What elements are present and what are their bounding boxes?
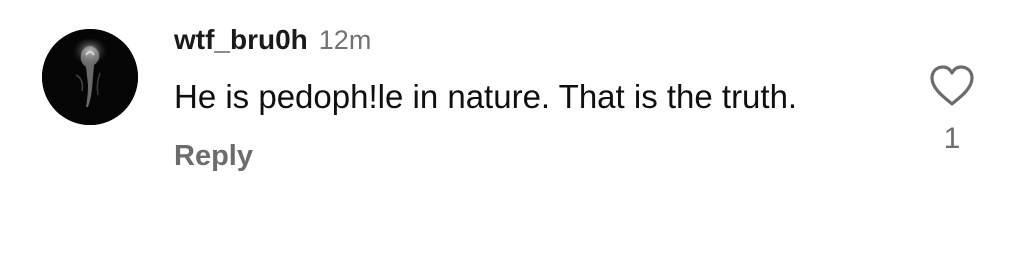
timestamp: 12m xyxy=(318,25,372,55)
comment-text: He is pedoph!le in nature. That is the t… xyxy=(174,78,798,115)
username[interactable]: wtf_bru0h xyxy=(174,24,308,56)
avatar-image xyxy=(42,29,138,125)
comment-body: wtf_bru0h 12m He is pedoph!le in nature.… xyxy=(174,24,874,173)
comment-meta: wtf_bru0h 12m xyxy=(174,24,874,62)
like-button[interactable] xyxy=(928,64,976,108)
reply-button[interactable]: Reply xyxy=(174,140,253,173)
heart-outline-icon xyxy=(930,65,974,106)
avatar[interactable] xyxy=(42,29,138,125)
like-area: 1 xyxy=(925,64,979,164)
like-count: 1 xyxy=(943,122,961,155)
comment-item: wtf_bru0h 12m He is pedoph!le in nature.… xyxy=(0,0,1024,272)
